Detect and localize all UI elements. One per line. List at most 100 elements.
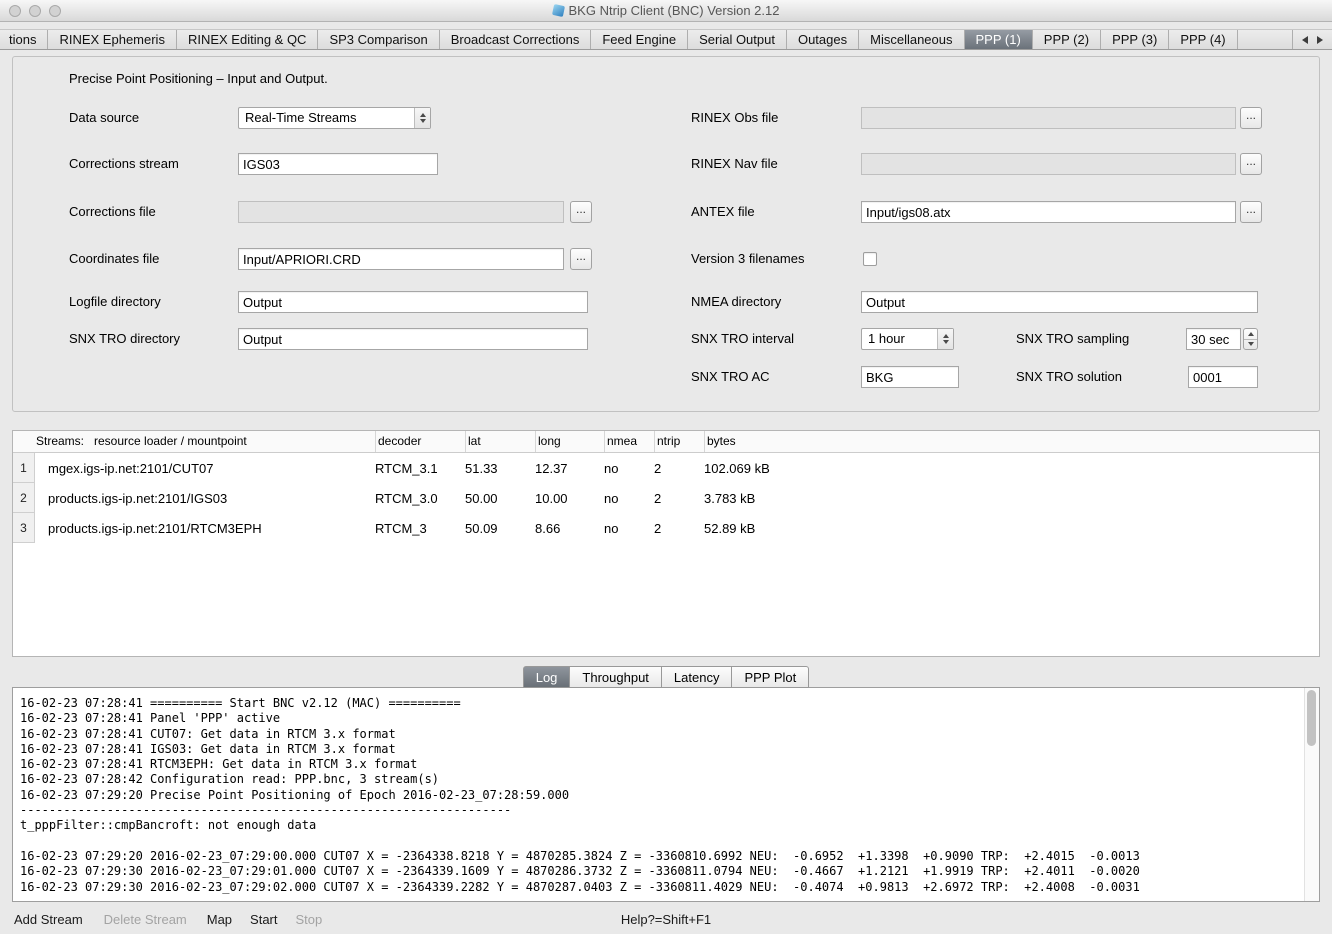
table-row[interactable]: 3 products.igs-ip.net:2101/RTCM3EPH RTCM…	[13, 513, 1319, 543]
tab-ppp-1[interactable]: PPP (1)	[965, 30, 1033, 49]
scroll-tabs-left-icon[interactable]	[1302, 36, 1308, 44]
logfile-directory-input[interactable]	[238, 291, 588, 313]
snx-tro-directory-input[interactable]	[238, 328, 588, 350]
log-output: 16-02-23 07:28:41 ========== Start BNC v…	[13, 688, 1319, 895]
tab-ppp-4[interactable]: PPP (4)	[1169, 30, 1237, 49]
snx-tro-solution-input[interactable]	[1188, 366, 1258, 388]
combo-updown-icon	[937, 329, 953, 349]
tab-feed-engine[interactable]: Feed Engine	[591, 30, 688, 49]
rinex-obs-file-browse-button[interactable]: ...	[1240, 107, 1262, 129]
scrollbar-thumb[interactable]	[1307, 690, 1316, 746]
log-line: ----------------------------------------…	[20, 803, 1319, 818]
cell-nmea: no	[604, 513, 654, 543]
coordinates-file-input[interactable]	[238, 248, 564, 270]
tab-latency[interactable]: Latency	[662, 666, 733, 688]
cell-decoder: RTCM_3	[375, 513, 465, 543]
coordinates-file-label: Coordinates file	[69, 248, 159, 270]
log-line	[20, 834, 1319, 849]
col-header-bytes[interactable]: bytes	[704, 431, 1319, 452]
tab-sp3-comparison[interactable]: SP3 Comparison	[318, 30, 439, 49]
data-source-select[interactable]: Real-Time Streams	[238, 107, 431, 129]
col-header-lat[interactable]: lat	[465, 431, 535, 452]
tab-ppp-plot[interactable]: PPP Plot	[732, 666, 809, 688]
version3-filenames-label: Version 3 filenames	[691, 248, 804, 270]
snx-tro-ac-input[interactable]	[861, 366, 959, 388]
data-source-label: Data source	[69, 107, 139, 129]
cell-decoder: RTCM_3.1	[375, 453, 465, 483]
bnc-window: BKG Ntrip Client (BNC) Version 2.12 tion…	[0, 0, 1332, 934]
log-line: 16-02-23 07:28:41 ========== Start BNC v…	[20, 696, 1319, 711]
tab-log[interactable]: Log	[523, 666, 571, 688]
title-bar: BKG Ntrip Client (BNC) Version 2.12	[0, 0, 1332, 22]
combo-updown-icon	[414, 108, 430, 128]
tab-broadcast-corrections[interactable]: Broadcast Corrections	[440, 30, 592, 49]
antex-file-browse-button[interactable]: ...	[1240, 201, 1262, 223]
col-header-ntrip[interactable]: ntrip	[654, 431, 704, 452]
snx-tro-sampling-stepper[interactable]	[1243, 328, 1258, 350]
row-number: 2	[13, 483, 35, 513]
corrections-stream-input[interactable]	[238, 153, 438, 175]
version3-filenames-checkbox[interactable]	[863, 252, 877, 266]
corrections-stream-label: Corrections stream	[69, 153, 179, 175]
corrections-file-browse-button[interactable]: ...	[570, 201, 592, 223]
col-header-decoder[interactable]: decoder	[375, 431, 465, 452]
snx-tro-sampling-input[interactable]	[1186, 328, 1241, 350]
stepper-up-icon[interactable]	[1244, 329, 1257, 339]
log-line: 16-02-23 07:29:30 2016-02-23_07:29:02.00…	[20, 880, 1319, 895]
tab-ppp-3[interactable]: PPP (3)	[1101, 30, 1169, 49]
tab-options-clipped[interactable]: tions	[0, 30, 48, 49]
tab-outages[interactable]: Outages	[787, 30, 859, 49]
help-hint: Help?=Shift+F1	[621, 912, 711, 927]
corrections-file-input	[238, 201, 564, 223]
tab-serial-output[interactable]: Serial Output	[688, 30, 787, 49]
log-line: t_pppFilter::cmpBancroft: not enough dat…	[20, 818, 1319, 833]
tab-throughput[interactable]: Throughput	[570, 666, 662, 688]
col-header-mountpoint[interactable]: Streams: resource loader / mountpoint	[13, 431, 375, 452]
stepper-down-icon[interactable]	[1244, 339, 1257, 350]
cell-lat: 50.00	[465, 483, 535, 513]
log-line: 16-02-23 07:28:41 Panel 'PPP' active	[20, 711, 1319, 726]
cell-nmea: no	[604, 483, 654, 513]
snx-tro-interval-select[interactable]: 1 hour	[861, 328, 954, 350]
snx-tro-ac-label: SNX TRO AC	[691, 366, 770, 388]
panel-heading: Precise Point Positioning – Input and Ou…	[69, 71, 328, 86]
row-number: 1	[13, 453, 35, 483]
corrections-file-label: Corrections file	[69, 201, 156, 223]
nmea-directory-input[interactable]	[861, 291, 1258, 313]
row-number: 3	[13, 513, 35, 543]
col-header-long[interactable]: long	[535, 431, 604, 452]
cell-mountpoint: products.igs-ip.net:2101/RTCM3EPH	[35, 513, 375, 543]
rinex-nav-file-browse-button[interactable]: ...	[1240, 153, 1262, 175]
table-row[interactable]: 1 mgex.igs-ip.net:2101/CUT07 RTCM_3.1 51…	[13, 453, 1319, 483]
scroll-tabs-right-icon[interactable]	[1317, 36, 1323, 44]
logfile-directory-label: Logfile directory	[69, 291, 161, 313]
tab-miscellaneous[interactable]: Miscellaneous	[859, 30, 964, 49]
rinex-obs-file-input	[861, 107, 1236, 129]
tab-rinex-ephemeris[interactable]: RINEX Ephemeris	[48, 30, 176, 49]
log-line: 16-02-23 07:29:30 2016-02-23_07:29:01.00…	[20, 864, 1319, 879]
window-title-text: BKG Ntrip Client (BNC) Version 2.12	[569, 3, 780, 18]
col-header-nmea[interactable]: nmea	[604, 431, 654, 452]
tab-ppp-2[interactable]: PPP (2)	[1033, 30, 1101, 49]
snx-tro-solution-label: SNX TRO solution	[1016, 366, 1122, 388]
start-button[interactable]: Start	[250, 912, 277, 927]
log-vertical-scrollbar[interactable]	[1304, 688, 1319, 901]
cell-decoder: RTCM_3.0	[375, 483, 465, 513]
coordinates-file-browse-button[interactable]: ...	[570, 248, 592, 270]
streams-table: Streams: resource loader / mountpoint de…	[12, 430, 1320, 657]
stop-button: Stop	[296, 912, 323, 927]
table-row[interactable]: 2 products.igs-ip.net:2101/IGS03 RTCM_3.…	[13, 483, 1319, 513]
tab-rinex-editing-qc[interactable]: RINEX Editing & QC	[177, 30, 319, 49]
map-button[interactable]: Map	[207, 912, 232, 927]
antex-file-input[interactable]	[861, 201, 1236, 223]
cell-nmea: no	[604, 453, 654, 483]
add-stream-button[interactable]: Add Stream	[14, 912, 83, 927]
app-icon	[551, 4, 564, 17]
cell-lat: 50.09	[465, 513, 535, 543]
log-tab-bar: Log Throughput Latency PPP Plot	[0, 666, 1332, 688]
snx-tro-directory-label: SNX TRO directory	[69, 328, 180, 350]
cell-bytes: 102.069 kB	[704, 453, 1319, 483]
window-title: BKG Ntrip Client (BNC) Version 2.12	[0, 0, 1332, 22]
tab-scroll-arrows[interactable]	[1292, 30, 1332, 49]
cell-bytes: 3.783 kB	[704, 483, 1319, 513]
